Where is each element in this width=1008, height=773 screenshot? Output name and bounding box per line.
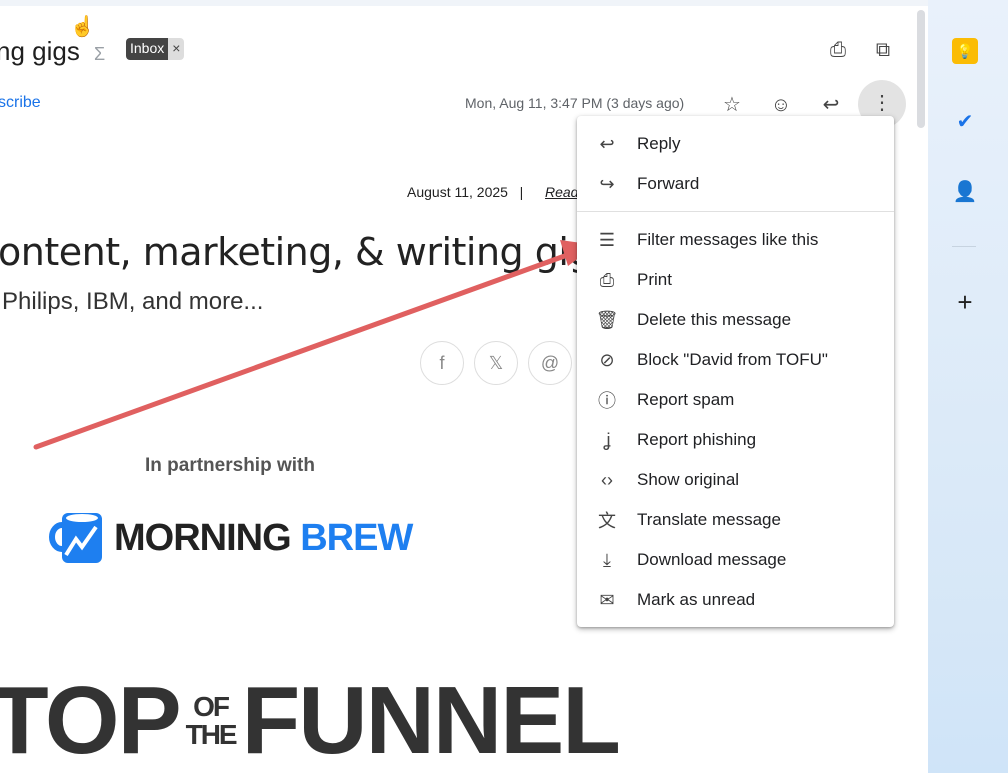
mark-unread-icon: ✉ <box>599 589 615 610</box>
brand-word-1: MORNING <box>114 516 292 559</box>
menu-item-label: Delete this message <box>637 310 792 329</box>
brand-word-2: BREW <box>300 516 413 559</box>
keep-icon[interactable]: 💡 <box>952 38 978 64</box>
partner-text: In partnership with <box>145 455 315 476</box>
newsletter-headline: ontent, marketing, & writing gigs <box>0 230 612 274</box>
scrollbar-thumb[interactable] <box>917 10 925 128</box>
email-date: Mon, Aug 11, 3:47 PM (3 days ago) <box>465 95 685 111</box>
download-icon: ⤓ <box>603 549 611 570</box>
importance-marker-icon[interactable]: Σ <box>94 44 114 64</box>
side-panel: 💡 ✔ 👤 + <box>928 0 1008 773</box>
remove-label-button[interactable]: × <box>168 38 185 60</box>
facebook-icon[interactable]: f <box>420 341 464 385</box>
menu-item-label: Download message <box>637 550 787 569</box>
x-icon[interactable]: 𝕏 <box>474 341 518 385</box>
menu-item[interactable]: ʝ Report phishing <box>577 420 894 460</box>
forward-icon: ↪ <box>599 173 615 194</box>
add-addon-icon[interactable]: + <box>952 289 978 315</box>
open-new-window-icon[interactable]: ⧉ <box>871 38 895 62</box>
unsubscribe-link[interactable]: scribe <box>0 94 41 112</box>
divider <box>952 246 976 247</box>
menu-item-label: Report spam <box>637 390 735 409</box>
menu-item-label: Filter messages like this <box>637 230 819 249</box>
date-text: August 11, 2025 <box>407 184 508 200</box>
inbox-label: Inbox × <box>126 38 185 60</box>
spam-icon: ⓘ <box>598 391 616 411</box>
reply-icon: ↩ <box>599 133 615 154</box>
code-icon: ‹› <box>601 469 613 490</box>
menu-item-label: Report phishing <box>637 430 757 449</box>
read-online-link[interactable]: Read <box>545 184 578 200</box>
print-all-icon[interactable]: ⎙ <box>826 38 850 62</box>
logo-the: THE <box>185 719 238 750</box>
logo-funnel: FUNNEL <box>241 667 621 773</box>
menu-item[interactable]: 文 Translate message <box>577 500 894 540</box>
menu-item-label: Reply <box>637 134 681 153</box>
menu-item[interactable]: ⊘ Block "David from TOFU" <box>577 340 894 380</box>
newsletter-subheadline: Philips, IBM, and more... <box>2 288 264 315</box>
menu-item[interactable]: ↩ Reply <box>577 124 894 164</box>
menu-item[interactable]: ✉ Mark as unread <box>577 580 894 620</box>
menu-item-label: Mark as unread <box>637 590 756 609</box>
top-of-the-funnel-logo: TOP OF THE FUNNEL <box>0 666 621 773</box>
star-icon[interactable]: ☆ <box>720 93 744 117</box>
filter-icon: ☰ <box>598 229 616 250</box>
menu-item[interactable]: ⎙ Print <box>577 260 894 300</box>
threads-icon[interactable]: @ <box>528 341 572 385</box>
menu-item[interactable]: ‹› Show original <box>577 460 894 500</box>
more-options-menu: ↩ Reply ↪ Forward ☰ Filter messages like this… <box>577 116 894 627</box>
emoji-icon[interactable]: ☺ <box>769 93 793 117</box>
newsletter-date: August 11, 2025 | <box>407 184 523 200</box>
print-icon: ⎙ <box>599 269 615 290</box>
logo-of: OF <box>193 691 230 722</box>
menu-item-label: Print <box>637 270 672 289</box>
scrollbar[interactable] <box>914 6 928 773</box>
menu-item-label: Translate message <box>637 510 781 529</box>
menu-divider <box>577 211 894 212</box>
menu-item-label: Show original <box>637 470 740 489</box>
menu-item[interactable]: 🗑 Delete this message <box>577 300 894 340</box>
block-icon: ⊘ <box>599 349 615 370</box>
phishing-hook-icon: ʝ <box>603 429 611 450</box>
trash-icon: 🗑 <box>595 309 619 330</box>
mug-icon <box>49 513 102 563</box>
menu-item[interactable]: ⓘ Report spam <box>577 380 894 420</box>
label-name: Inbox <box>126 38 169 60</box>
separator: | <box>519 184 524 200</box>
email-subject: ng gigs <box>0 36 80 66</box>
tasks-icon[interactable]: ✔ <box>952 109 978 135</box>
menu-item-label: Forward <box>637 174 700 193</box>
menu-item[interactable]: ↪ Forward <box>577 164 894 204</box>
translate-icon: 文 <box>598 511 616 531</box>
menu-item[interactable]: ⤓ Download message <box>577 540 894 580</box>
contacts-icon[interactable]: 👤 <box>952 179 978 205</box>
menu-item[interactable]: ☰ Filter messages like this <box>577 220 894 260</box>
menu-item-label: Block "David from TOFU" <box>637 350 828 369</box>
reply-icon[interactable]: ↩ <box>819 93 843 117</box>
logo-top: TOP <box>0 667 182 773</box>
morning-brew-logo[interactable]: MORNING BREW <box>48 511 413 565</box>
hand-cursor-icon: ☝ <box>70 16 95 38</box>
